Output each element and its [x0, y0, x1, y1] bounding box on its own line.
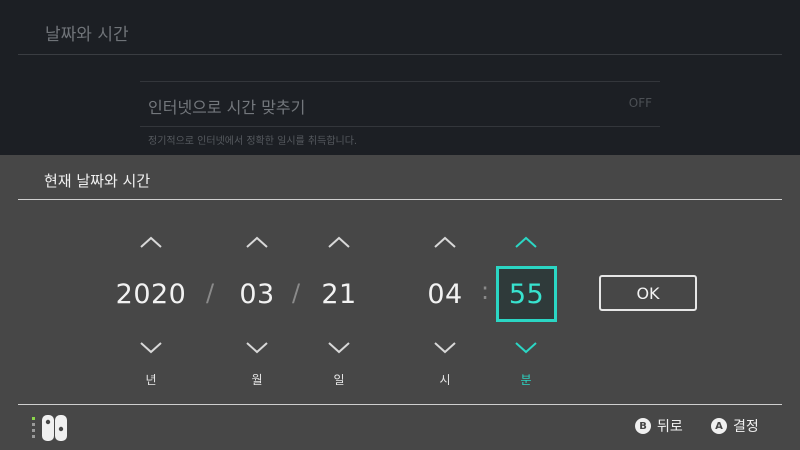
hour-value[interactable]: 04: [418, 266, 472, 322]
year-unit-label: 년: [145, 373, 157, 387]
year-decrease-chevron-down-icon[interactable]: [131, 336, 171, 358]
hour-increase-chevron-up-icon[interactable]: [425, 231, 465, 253]
background-settings-screen: 날짜와 시간 인터넷으로 시간 맞추기 OFF 정기적으로 인터넷에서 정확한 …: [0, 0, 800, 155]
day-decrease-chevron-down-icon[interactable]: [319, 336, 359, 358]
day-value[interactable]: 21: [312, 266, 366, 322]
internet-time-sync-value: OFF: [628, 96, 652, 110]
day-increase-chevron-up-icon[interactable]: [319, 231, 359, 253]
background-page-title: 날짜와 시간: [45, 25, 129, 45]
minute-decrease-chevron-down-icon[interactable]: [506, 336, 546, 358]
hour-unit-label: 시: [439, 373, 451, 387]
hour-decrease-chevron-down-icon[interactable]: [425, 336, 465, 358]
month-decrease-chevron-down-icon[interactable]: [237, 336, 277, 358]
day-unit-label: 일: [333, 373, 345, 387]
background-row-divider-bottom: [140, 126, 660, 127]
dialog-title: 현재 날짜와 시간: [44, 172, 151, 190]
confirm-hint[interactable]: A 결정: [711, 416, 759, 436]
month-value[interactable]: 03: [230, 266, 284, 322]
internet-time-sync-label: 인터넷으로 시간 맞추기: [148, 98, 306, 117]
a-button-icon: A: [711, 418, 727, 434]
time-separator: :: [481, 277, 490, 305]
month-unit-label: 월: [251, 373, 263, 387]
minute-unit-label: 분: [520, 373, 532, 387]
date-time-dialog: 현재 날짜와 시간 2020 년 / 03 월 / 21 일 04 시 : 55: [0, 155, 800, 450]
background-title-divider: [18, 54, 782, 55]
internet-time-sync-description: 정기적으로 인터넷에서 정확한 일시를 취득합니다.: [148, 136, 358, 147]
minute-increase-chevron-up-icon[interactable]: [506, 231, 546, 253]
internet-time-sync-row: 인터넷으로 시간 맞추기 OFF: [140, 82, 660, 126]
date-separator-1: /: [206, 279, 215, 307]
dialog-footer: B 뒤로 A 결정: [0, 405, 800, 450]
minute-value[interactable]: 55: [496, 266, 557, 322]
back-hint[interactable]: B 뒤로: [635, 416, 683, 436]
b-button-icon: B: [635, 418, 651, 434]
ok-button[interactable]: OK: [599, 275, 697, 311]
dialog-header-divider: [18, 199, 782, 200]
year-value[interactable]: 2020: [108, 266, 194, 322]
joycon-controller-icon: [32, 415, 70, 441]
year-increase-chevron-up-icon[interactable]: [131, 231, 171, 253]
month-increase-chevron-up-icon[interactable]: [237, 231, 277, 253]
date-separator-2: /: [292, 279, 301, 307]
back-hint-label: 뒤로: [657, 419, 683, 435]
confirm-hint-label: 결정: [733, 419, 759, 435]
